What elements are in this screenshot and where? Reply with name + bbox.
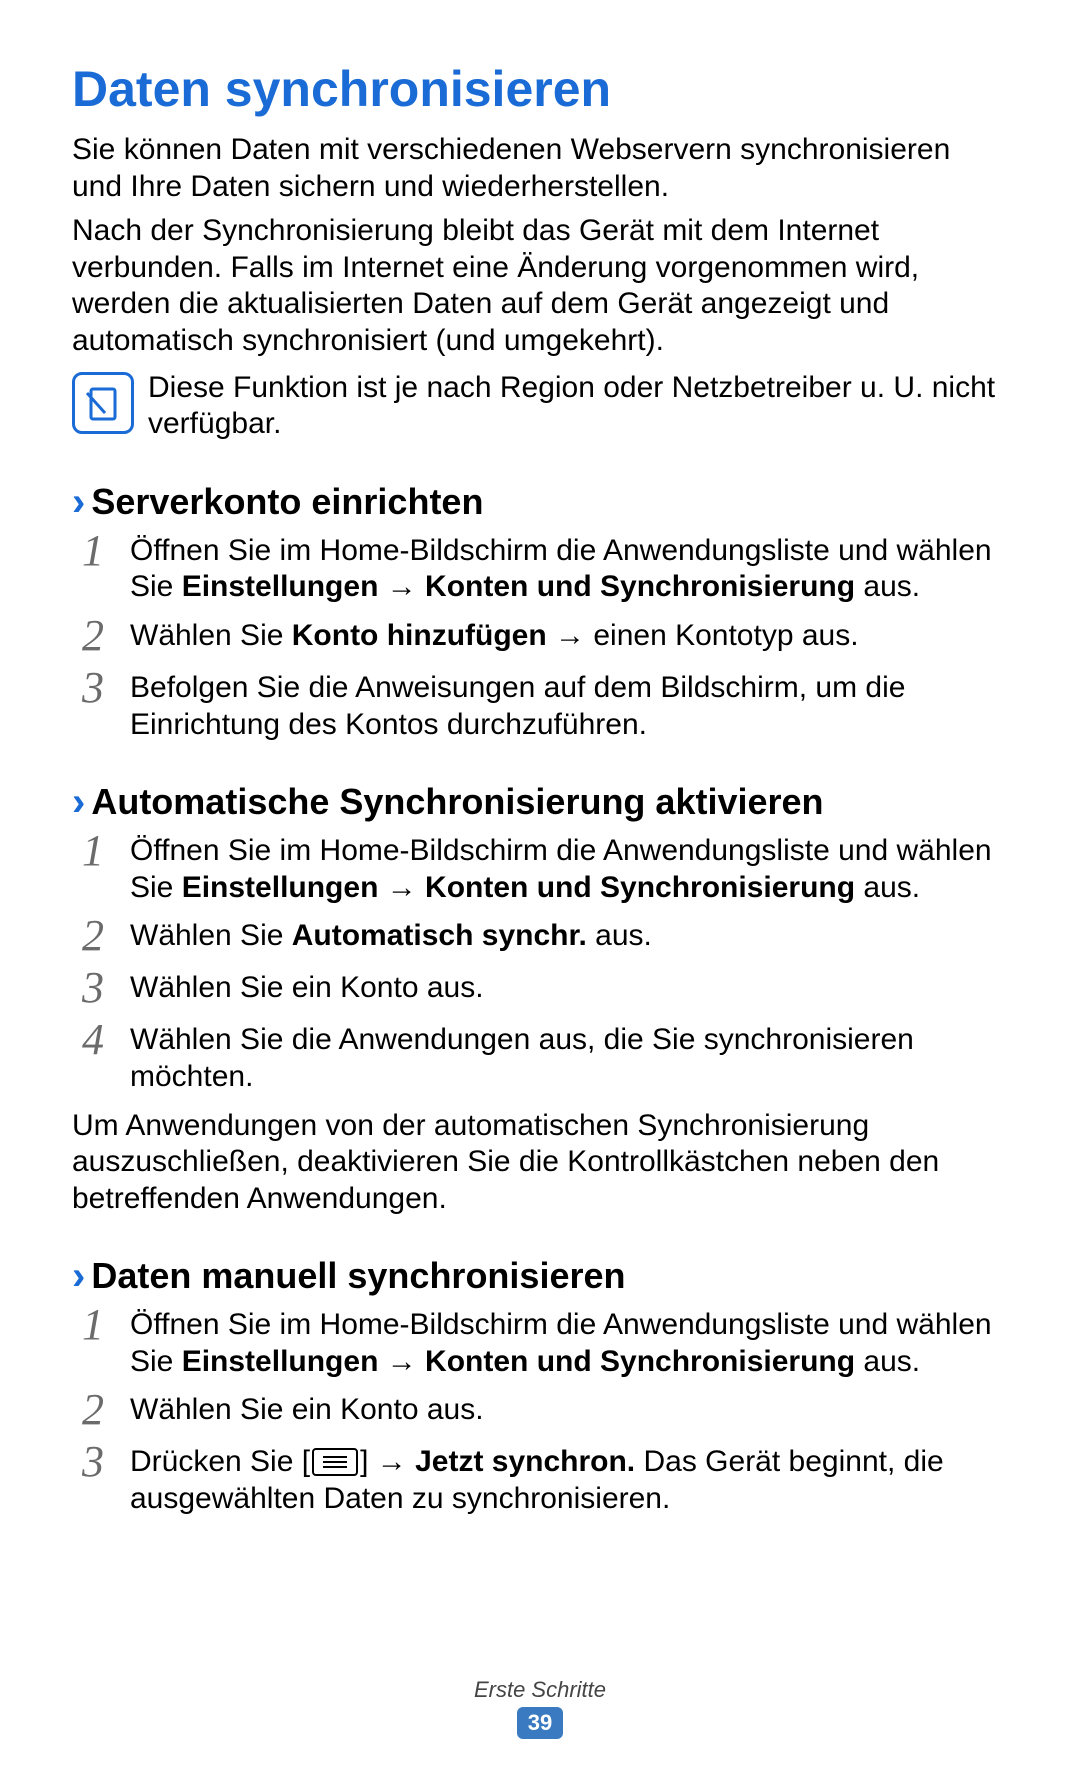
step-number: 3 [76, 966, 110, 1010]
step-text: Wählen Sie die Anwendungen aus, die Sie … [130, 1022, 1008, 1095]
menu-icon [312, 1448, 358, 1476]
intro-paragraph-1: Sie können Daten mit verschiedenen Webse… [72, 132, 1008, 205]
step-row: 4 Wählen Sie die Anwendungen aus, die Si… [72, 1022, 1008, 1095]
step-number: 1 [76, 1303, 110, 1347]
step-row: 2 Wählen Sie Automatisch synchr. aus. [72, 918, 1008, 958]
step-number: 1 [76, 529, 110, 573]
chevron-right-icon: › [72, 482, 85, 522]
step-row: 3 Drücken Sie [] → Jetzt synchron. Das G… [72, 1444, 1008, 1517]
step-row: 2 Wählen Sie Konto hinzufügen → einen Ko… [72, 618, 1008, 658]
section-title: Serverkonto einrichten [91, 481, 483, 523]
chevron-right-icon: › [72, 782, 85, 822]
section-heading-manualsync: › Daten manuell synchronisieren [72, 1255, 1008, 1297]
section-after-text: Um Anwendungen von der automatischen Syn… [72, 1108, 1008, 1218]
step-text: Wählen Sie ein Konto aus. [130, 1392, 1008, 1429]
page-footer: Erste Schritte 39 [0, 1677, 1080, 1739]
step-row: 2 Wählen Sie ein Konto aus. [72, 1392, 1008, 1432]
section-heading-server: › Serverkonto einrichten [72, 481, 1008, 523]
step-row: 1 Öffnen Sie im Home-Bildschirm die Anwe… [72, 833, 1008, 906]
footer-section-name: Erste Schritte [0, 1677, 1080, 1703]
step-number: 3 [76, 1440, 110, 1484]
note-callout: Diese Funktion ist je nach Region oder N… [72, 370, 1008, 443]
step-text: Öffnen Sie im Home-Bildschirm die Anwend… [130, 1307, 1008, 1380]
step-row: 3 Wählen Sie ein Konto aus. [72, 970, 1008, 1010]
step-text: Befolgen Sie die Anweisungen auf dem Bil… [130, 670, 1008, 743]
step-number: 4 [76, 1018, 110, 1062]
step-text: Öffnen Sie im Home-Bildschirm die Anwend… [130, 533, 1008, 606]
step-number: 1 [76, 829, 110, 873]
intro-paragraph-2: Nach der Synchronisierung bleibt das Ger… [72, 213, 1008, 359]
step-number: 2 [76, 914, 110, 958]
note-icon [72, 372, 134, 434]
step-row: 1 Öffnen Sie im Home-Bildschirm die Anwe… [72, 1307, 1008, 1380]
chevron-right-icon: › [72, 1256, 85, 1296]
note-text: Diese Funktion ist je nach Region oder N… [148, 370, 1008, 443]
step-number: 2 [76, 614, 110, 658]
section-title: Automatische Synchronisierung aktivieren [91, 781, 823, 823]
page-title: Daten synchronisieren [72, 60, 1008, 118]
step-text: Wählen Sie Automatisch synchr. aus. [130, 918, 1008, 955]
step-number: 2 [76, 1388, 110, 1432]
step-text: Wählen Sie ein Konto aus. [130, 970, 1008, 1007]
step-text: Drücken Sie [] → Jetzt synchron. Das Ger… [130, 1444, 1008, 1517]
step-row: 3 Befolgen Sie die Anweisungen auf dem B… [72, 670, 1008, 743]
step-number: 3 [76, 666, 110, 710]
manual-page: Daten synchronisieren Sie können Daten m… [0, 0, 1080, 1518]
step-text: Wählen Sie Konto hinzufügen → einen Kont… [130, 618, 1008, 655]
section-title: Daten manuell synchronisieren [91, 1255, 625, 1297]
step-row: 1 Öffnen Sie im Home-Bildschirm die Anwe… [72, 533, 1008, 606]
step-text: Öffnen Sie im Home-Bildschirm die Anwend… [130, 833, 1008, 906]
page-number-badge: 39 [517, 1707, 563, 1739]
section-heading-autosync: › Automatische Synchronisierung aktivier… [72, 781, 1008, 823]
